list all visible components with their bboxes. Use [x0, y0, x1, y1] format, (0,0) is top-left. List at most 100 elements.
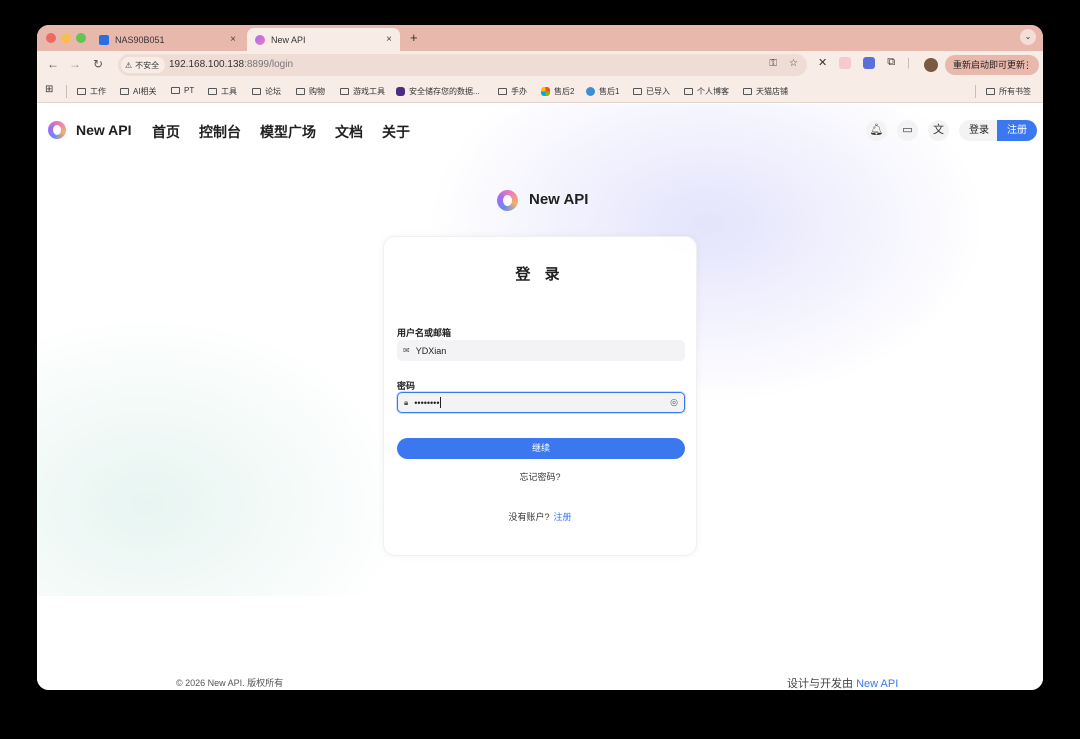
nav-about[interactable]: 关于 — [382, 122, 410, 142]
bookmark-link[interactable]: 售后2 — [541, 86, 574, 97]
new-api-logo-icon — [497, 190, 518, 211]
folder-icon — [208, 88, 217, 95]
bookmark-label: 售后1 — [599, 87, 620, 96]
password-value: •••••••• — [414, 397, 440, 408]
site-brand[interactable]: New API — [76, 122, 132, 138]
folder-icon — [498, 88, 507, 95]
username-field[interactable]: ✉ YDXian — [397, 340, 685, 361]
extensions-puzzle-icon[interactable]: ⧉ — [887, 56, 895, 69]
nav-docs[interactable]: 文档 — [335, 122, 363, 142]
no-account-row: 没有账户? 注册 — [384, 510, 696, 523]
profile-avatar[interactable] — [924, 58, 938, 72]
bookmark-folder[interactable]: 手办 — [498, 86, 527, 97]
bookmark-label: 售后2 — [554, 87, 575, 96]
browser-toolbar: ← → ↻ ⚠ 不安全 192.168.100.138:8899/login ⚿… — [37, 51, 1043, 80]
bookmark-star-icon[interactable]: ☆ — [789, 58, 798, 69]
bookmarks-separator — [975, 85, 976, 98]
browser-window: NAS90B051 × New API × + ⌄ ← → ↻ ⚠ 不安全 19… — [37, 25, 1043, 690]
bookmark-label: 手办 — [511, 87, 527, 96]
security-chip[interactable]: ⚠ 不安全 — [121, 57, 166, 73]
reload-icon[interactable]: ↻ — [93, 57, 103, 71]
tab-close-icon[interactable]: × — [230, 34, 236, 45]
bell-icon[interactable]: 🔔︎ — [866, 120, 887, 141]
folder-icon — [743, 88, 752, 95]
new-api-logo-icon[interactable] — [48, 121, 66, 139]
bookmark-label: 工作 — [90, 87, 106, 96]
eye-off-icon[interactable]: ◎ — [670, 397, 678, 408]
mail-icon: ✉ — [403, 346, 410, 355]
credit-text: 设计与开发由 New API — [787, 675, 898, 690]
tab-close-icon[interactable]: × — [386, 34, 392, 45]
update-label: 重新启动即可更新 — [953, 60, 1026, 70]
minimize-window-button[interactable] — [61, 33, 71, 43]
folder-icon — [77, 88, 86, 95]
folder-icon — [120, 88, 129, 95]
url-text: 192.168.100.138:8899/login — [169, 59, 293, 70]
toolbar-separator: | — [907, 56, 910, 69]
bookmark-folder[interactable]: 天猫店铺 — [743, 86, 788, 97]
close-window-button[interactable] — [46, 33, 56, 43]
forgot-password-link[interactable]: 忘记密码? — [384, 470, 696, 483]
bookmark-folder[interactable]: 工具 — [208, 86, 237, 97]
folder-icon — [340, 88, 349, 95]
bookmark-folder[interactable]: 论坛 — [252, 86, 281, 97]
main-nav: 首页 控制台 模型广场 文档 关于 — [152, 122, 410, 142]
tab-search-chevron-icon[interactable]: ⌄ — [1020, 29, 1036, 45]
password-key-icon[interactable]: ⚿ — [769, 58, 777, 69]
bookmark-label: PT — [184, 86, 195, 95]
back-arrow-icon[interactable]: ← — [47, 57, 59, 71]
address-bar[interactable]: ⚠ 不安全 192.168.100.138:8899/login ⚿ ☆ — [118, 54, 807, 76]
more-menu-icon[interactable]: ⋮ — [1023, 55, 1032, 75]
bookmark-link[interactable]: 安全储存您的数据... — [396, 86, 480, 97]
bookmark-folder[interactable]: 已导入 — [633, 86, 670, 97]
nav-console[interactable]: 控制台 — [199, 122, 241, 142]
username-label: 用户名或邮箱 — [397, 328, 452, 338]
continue-button[interactable]: 继续 — [397, 438, 685, 459]
url-path: :8899/login — [244, 59, 294, 70]
bookmark-folder[interactable]: 工作 — [77, 86, 106, 97]
bookmark-folder[interactable]: 购物 — [296, 86, 325, 97]
all-bookmarks-folder[interactable]: 所有书签 — [986, 86, 1031, 97]
login-title: 登 录 — [515, 266, 565, 283]
login-brand: New API — [529, 191, 589, 208]
tab-new-api[interactable]: New API × — [247, 28, 400, 51]
translate-icon[interactable]: 文 — [928, 120, 949, 141]
login-card: 登 录 用户名或邮箱 ✉ YDXian 密码 🔒︎ •••••••• ◎ 继续 … — [383, 236, 697, 556]
extension-blue-icon[interactable] — [863, 56, 876, 69]
nav-home[interactable]: 首页 — [152, 122, 180, 142]
extension-crossed-icon[interactable]: ✕ — [818, 56, 827, 69]
folder-icon — [171, 87, 180, 94]
forward-arrow-icon[interactable]: → — [69, 57, 81, 71]
bookmark-folder[interactable]: AI相关 — [120, 86, 157, 97]
bookmark-link[interactable]: 售后1 — [586, 86, 619, 97]
new-tab-button[interactable]: + — [410, 30, 418, 45]
folder-icon — [296, 88, 305, 95]
new-api-favicon-icon — [255, 34, 265, 45]
globe-icon — [586, 87, 595, 96]
bookmarks-separator — [66, 85, 67, 98]
maximize-window-button[interactable] — [76, 33, 86, 43]
bookmark-label: 个人博客 — [697, 87, 729, 96]
nav-model-square[interactable]: 模型广场 — [260, 122, 316, 142]
header-login-button[interactable]: 登录 — [959, 120, 999, 141]
apps-grid-icon[interactable]: ⊞ — [45, 84, 53, 95]
lock-icon: 🔒︎ — [404, 397, 409, 407]
password-label: 密码 — [397, 381, 416, 391]
register-link[interactable]: 注册 — [554, 512, 572, 522]
bookmark-folder[interactable]: 游戏工具 — [340, 86, 385, 97]
password-field[interactable]: 🔒︎ •••••••• ◎ — [397, 392, 685, 413]
url-host: 192.168.100.138 — [169, 59, 245, 70]
tab-strip: NAS90B051 × New API × + ⌄ — [37, 25, 1043, 51]
bookmark-folder[interactable]: 个人博客 — [684, 86, 729, 97]
monitor-icon[interactable]: ▭ — [897, 120, 918, 141]
bookmark-label: AI相关 — [133, 87, 157, 96]
extension-pink-icon[interactable] — [839, 56, 852, 69]
credit-link[interactable]: New API — [856, 678, 898, 690]
header-register-button[interactable]: 注册 — [997, 120, 1037, 141]
bookmark-label: 工具 — [221, 87, 237, 96]
bookmark-folder[interactable]: PT — [171, 86, 194, 95]
bookmark-label: 论坛 — [265, 87, 281, 96]
folder-icon — [633, 88, 642, 95]
relaunch-update-button[interactable]: 重新启动即可更新 ⋮ — [945, 55, 1039, 75]
tab-nas[interactable]: NAS90B051 × — [94, 28, 244, 51]
